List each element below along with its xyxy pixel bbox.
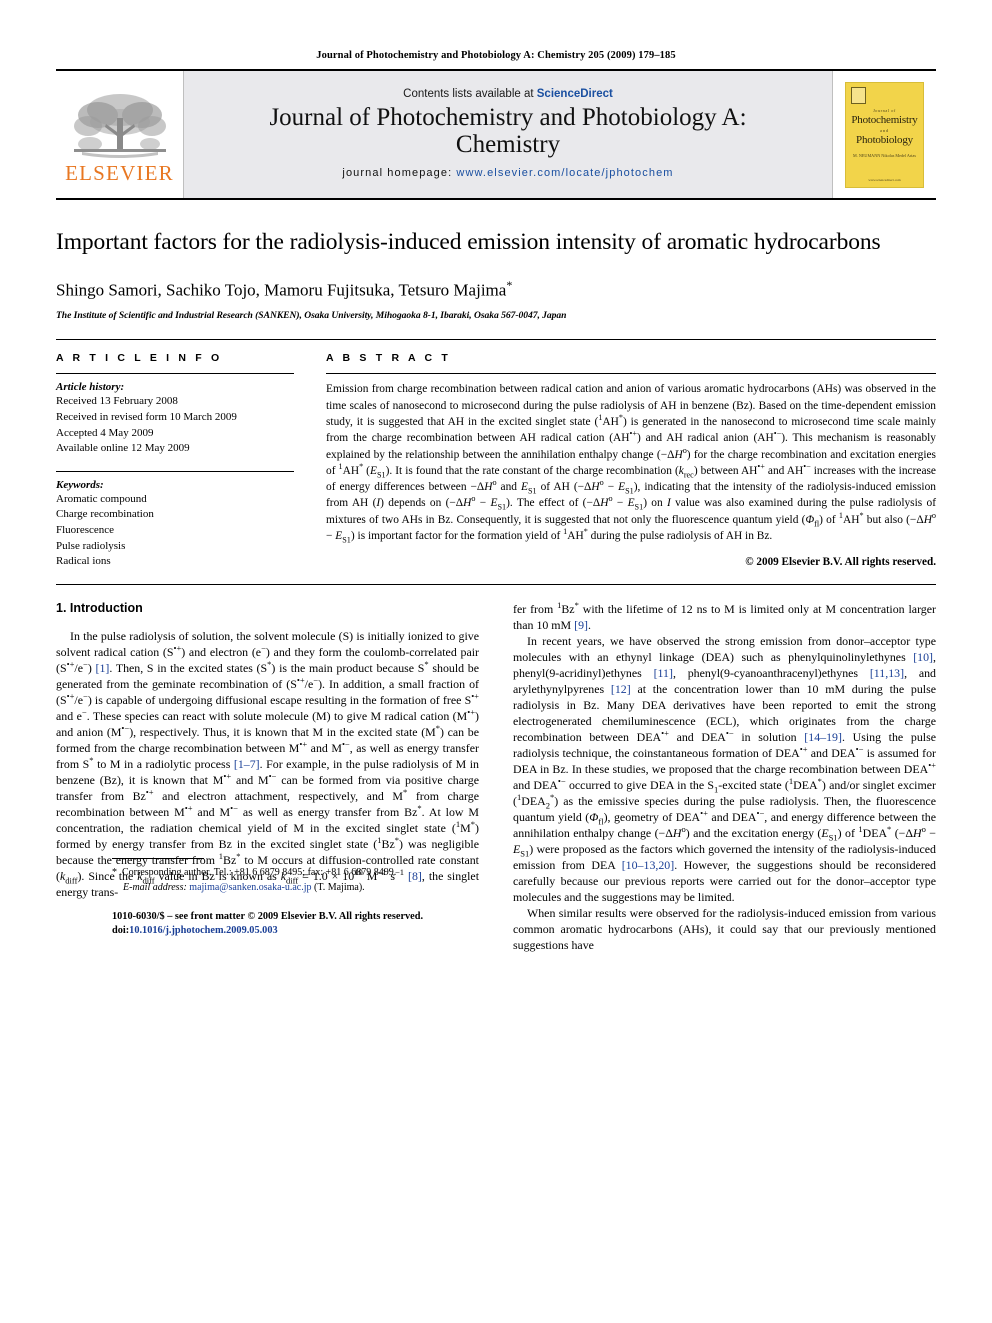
contents-available-line: Contents lists available at ScienceDirec… (403, 88, 613, 100)
contents-prefix: Contents lists available at (403, 88, 537, 101)
journal-cover-thumbnail: Journal of Photochemistry and Photobiolo… (845, 81, 924, 188)
sciencedirect-link[interactable]: ScienceDirect (537, 88, 613, 100)
elsevier-wordmark: ELSEVIER (65, 160, 174, 185)
cover-subtitle: Journal of (873, 107, 896, 113)
reference-link[interactable]: [10–13,20] (622, 858, 675, 872)
paragraph: fer from 1Bz* with the lifetime of 12 ns… (513, 599, 936, 632)
author-list: Shingo Samori, Sachiko Tojo, Mamoru Fuji… (56, 278, 936, 302)
abstract-label: A B S T R A C T (326, 352, 451, 365)
journal-homepage-line: journal homepage: www.elsevier.com/locat… (342, 167, 673, 179)
history-item: Received in revised form 10 March 2009 (56, 410, 237, 423)
elsevier-logo: ELSEVIER (56, 71, 184, 198)
divider (326, 373, 936, 375)
corresponding-author-text: Corresponding author. Tel.: +81 6 6879 8… (122, 867, 397, 879)
reference-link[interactable]: [1–7] (234, 757, 260, 771)
masthead-center: Contents lists available at ScienceDirec… (184, 71, 832, 198)
author-names: Shingo Samori, Sachiko Tojo, Mamoru Fuji… (56, 280, 507, 300)
reference-link[interactable]: [12] (611, 682, 631, 696)
affiliation: The Institute of Scientific and Industri… (56, 310, 567, 322)
reference-link[interactable]: [11] (654, 666, 673, 680)
email-link[interactable]: majima@sanken.osaka-u.ac.jp (189, 882, 311, 893)
keywords-label: Keywords: (56, 478, 104, 491)
email-label: E-mail address: (123, 881, 187, 893)
body-columns: 1. Introduction In the pulse radiolysis … (56, 601, 936, 953)
paragraph: When similar results were observed for t… (513, 905, 936, 952)
doi-link[interactable]: 10.1016/j.jphotochem.2009.05.003 (129, 925, 277, 936)
info-abstract-row: A R T I C L E I N F O Article history: R… (56, 339, 936, 569)
keyword-item: Aromatic compound (56, 492, 147, 505)
cover-editors: M. NEUMANN Nikolas Medel Arias (853, 152, 916, 158)
footnote-divider (112, 858, 204, 860)
homepage-url-link[interactable]: www.elsevier.com/locate/jphotochem (456, 167, 673, 179)
doi-label: doi: (112, 925, 130, 937)
abstract-copyright: © 2009 Elsevier B.V. All rights reserved… (745, 556, 936, 569)
paragraph: In recent years, we have observed the st… (513, 633, 937, 904)
article-info-label: A R T I C L E I N F O (56, 352, 223, 365)
paper-page: Journal of Photochemistry and Photobiolo… (0, 0, 992, 1323)
body-column-right: fer from 1Bz* with the lifetime of 12 ns… (513, 601, 936, 953)
page-title: Important factors for the radiolysis-ind… (56, 229, 881, 255)
keyword-item: Fluorescence (56, 524, 115, 537)
journal-cover-cell: Journal of Photochemistry and Photobiolo… (832, 71, 936, 198)
divider (56, 470, 294, 472)
keyword-item: Pulse radiolysis (56, 539, 126, 552)
keyword-item: Charge recombination (56, 508, 154, 521)
section-heading-introduction: 1. Introduction (56, 600, 143, 615)
journal-masthead: ELSEVIER Contents lists available at Sci… (56, 69, 936, 200)
history-item: Available online 12 May 2009 (56, 442, 190, 455)
corresponding-author-marker: * (506, 277, 513, 292)
corresponding-author-footnote: * Corresponding author. Tel.: +81 6 6879… (112, 866, 535, 894)
running-head: Journal of Photochemistry and Photobiolo… (316, 50, 676, 61)
history-item: Accepted 4 May 2009 (56, 426, 154, 439)
email-suffix: (T. Majima). (314, 881, 365, 893)
footnote-area: * Corresponding author. Tel.: +81 6 6879… (112, 858, 535, 894)
asterisk-icon: * (112, 867, 122, 879)
reference-link[interactable]: [10] (913, 650, 933, 664)
article-info-column: A R T I C L E I N F O Article history: R… (56, 352, 294, 569)
reference-link[interactable]: [1] (95, 661, 109, 675)
title-block: Important factors for the radiolysis-ind… (56, 200, 936, 321)
cover-title-line2: Photobiology (856, 133, 913, 146)
body-column-left: 1. Introduction In the pulse radiolysis … (56, 601, 479, 953)
divider (56, 583, 936, 585)
journal-title-line1: Journal of Photochemistry and Photobiolo… (269, 104, 747, 132)
cover-url: www.sciencedirect.com (868, 177, 901, 182)
keyword-item: Radical ions (56, 555, 111, 568)
article-history-label: Article history: (56, 381, 125, 394)
reference-link[interactable]: [14–19] (804, 730, 842, 744)
divider (56, 373, 294, 375)
elsevier-tree-icon (73, 93, 166, 158)
reference-link[interactable]: [9] (574, 618, 588, 632)
journal-title: Journal of Photochemistry and Photobiolo… (269, 104, 747, 159)
cover-logo-box (851, 86, 866, 104)
abstract-column: A B S T R A C T Emission from charge rec… (326, 352, 936, 569)
reference-link[interactable]: [11,13] (870, 666, 904, 680)
abstract-text: Emission from charge recombination betwe… (326, 383, 937, 545)
cover-title-line1: Photochemistry (851, 113, 918, 126)
cover-title-and: and (880, 127, 889, 133)
journal-title-line2: Chemistry (455, 131, 561, 158)
history-item: Received 13 February 2008 (56, 395, 178, 408)
homepage-prefix: journal homepage: (342, 166, 457, 179)
